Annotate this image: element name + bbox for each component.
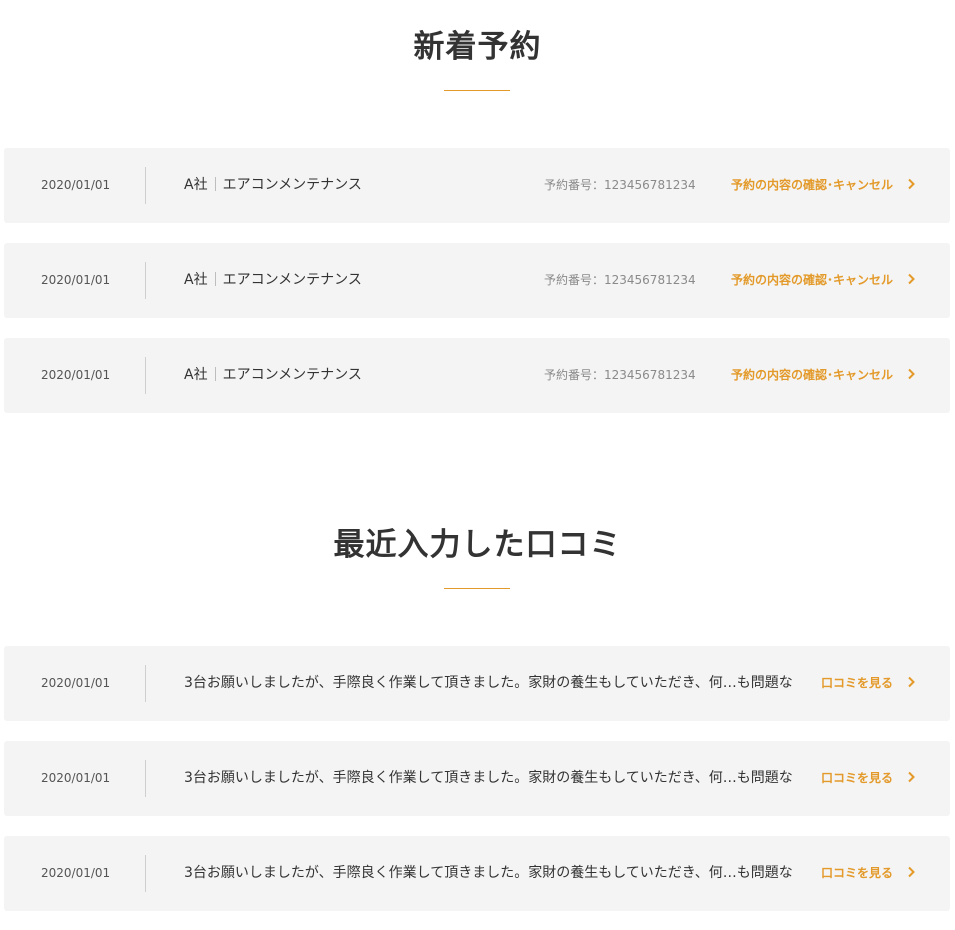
reservation-date: 2020/01/01 <box>41 178 111 192</box>
reservations-divider <box>444 90 510 91</box>
service-name: エアコンメンテナンス <box>222 177 362 193</box>
reservation-action-label: 予約の内容の確認･キャンセル <box>730 273 893 287</box>
company-name: A社 <box>184 177 208 193</box>
review-text: 3台お願いしましたが、手際良く作業して頂きました。家財の養生もしていただき、何…… <box>184 865 794 881</box>
review-row: 2020/01/01 3台お願いしましたが、手際良く作業して頂きました。家財の養… <box>4 741 950 816</box>
reservation-service: A社 エアコンメンテナンス <box>184 148 362 223</box>
review-date: 2020/01/01 <box>41 771 111 785</box>
review-action-link[interactable]: 口コミを見る <box>821 646 917 721</box>
row-separator <box>145 760 146 797</box>
reservation-action-label: 予約の内容の確認･キャンセル <box>730 368 893 382</box>
row-separator <box>145 167 146 204</box>
row-separator <box>145 357 146 394</box>
review-row: 2020/01/01 3台お願いしましたが、手際良く作業して頂きました。家財の養… <box>4 836 950 911</box>
reservation-number: 予約番号：123456781234 <box>544 178 696 192</box>
reservation-service: A社 エアコンメンテナンス <box>184 338 362 413</box>
chevron-right-icon <box>908 273 915 285</box>
reservation-row: 2020/01/01 A社 エアコンメンテナンス 予約番号：12345678123… <box>4 338 950 413</box>
review-action-link[interactable]: 口コミを見る <box>821 741 917 816</box>
review-text: 3台お願いしましたが、手際良く作業して頂きました。家財の養生もしていただき、何…… <box>184 770 794 786</box>
pipe-separator <box>214 177 216 191</box>
reservation-number: 予約番号：123456781234 <box>544 273 696 287</box>
review-action-label: 口コミを見る <box>820 676 893 690</box>
chevron-right-icon <box>908 676 915 688</box>
row-separator <box>145 855 146 892</box>
review-date: 2020/01/01 <box>41 866 111 880</box>
company-name: A社 <box>184 272 208 288</box>
service-name: エアコンメンテナンス <box>222 272 362 288</box>
reservation-action-link[interactable]: 予約の内容の確認･キャンセル <box>731 338 917 413</box>
reservation-action-label: 予約の内容の確認･キャンセル <box>730 178 893 192</box>
review-row: 2020/01/01 3台お願いしましたが、手際良く作業して頂きました。家財の養… <box>4 646 950 721</box>
reservation-action-link[interactable]: 予約の内容の確認･キャンセル <box>731 243 917 318</box>
reviews-divider <box>444 588 510 589</box>
chevron-right-icon <box>908 866 915 878</box>
chevron-right-icon <box>908 368 915 380</box>
reservation-row: 2020/01/01 A社 エアコンメンテナンス 予約番号：12345678123… <box>4 148 950 223</box>
pipe-separator <box>214 367 216 381</box>
chevron-right-icon <box>908 178 915 190</box>
review-text: 3台お願いしましたが、手際良く作業して頂きました。家財の養生もしていただき、何…… <box>184 675 794 691</box>
review-action-label: 口コミを見る <box>820 866 893 880</box>
reservations-title: 新着予約 <box>413 29 542 65</box>
reservation-date: 2020/01/01 <box>41 368 111 382</box>
reservation-service: A社 エアコンメンテナンス <box>184 243 362 318</box>
reservation-row: 2020/01/01 A社 エアコンメンテナンス 予約番号：12345678123… <box>4 243 950 318</box>
company-name: A社 <box>184 367 208 383</box>
review-date: 2020/01/01 <box>41 676 111 690</box>
reservation-date: 2020/01/01 <box>41 273 111 287</box>
reviews-title: 最近入力した口コミ <box>333 527 622 563</box>
reservation-action-link[interactable]: 予約の内容の確認･キャンセル <box>731 148 917 223</box>
review-action-label: 口コミを見る <box>820 771 893 785</box>
row-separator <box>145 262 146 299</box>
service-name: エアコンメンテナンス <box>222 367 362 383</box>
review-action-link[interactable]: 口コミを見る <box>821 836 917 911</box>
row-separator <box>145 665 146 702</box>
pipe-separator <box>214 272 216 286</box>
chevron-right-icon <box>908 771 915 783</box>
reservation-number: 予約番号：123456781234 <box>544 368 696 382</box>
